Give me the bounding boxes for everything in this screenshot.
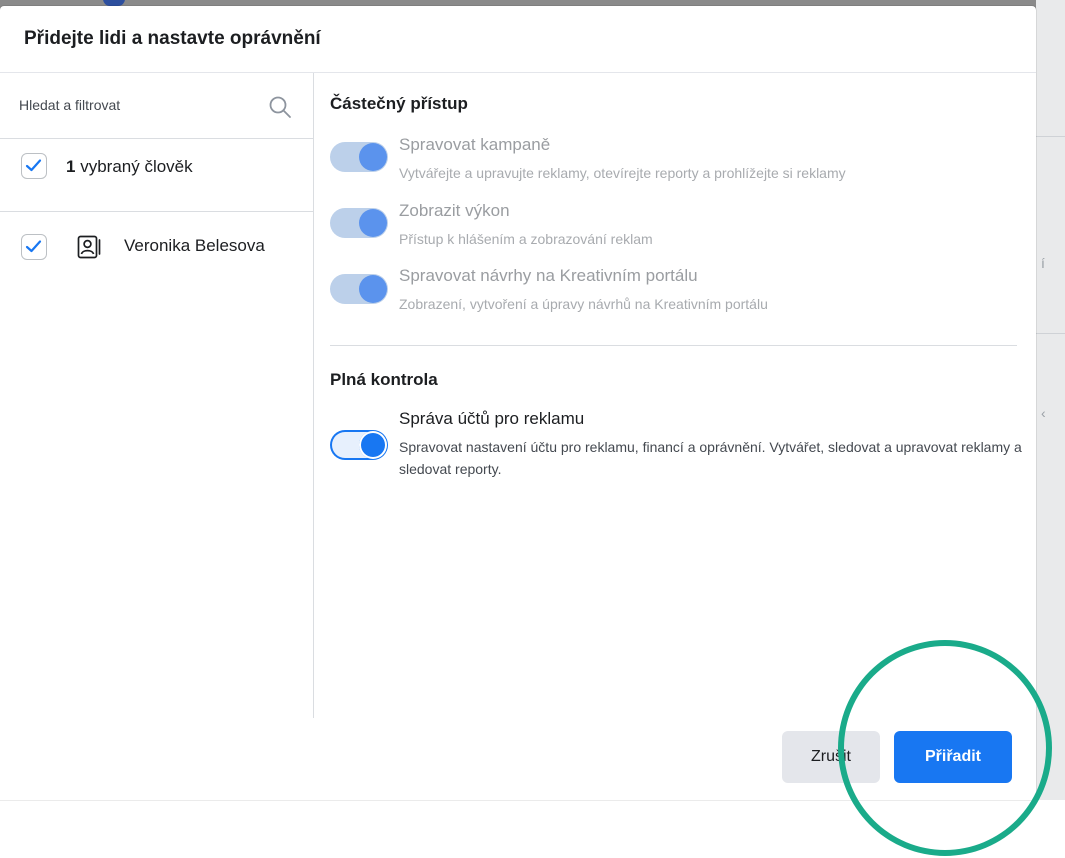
add-people-dialog: Přidejte lidi a nastavte oprávnění 1 vyb… [0, 6, 1036, 800]
cancel-button[interactable]: Zrušit [782, 731, 880, 783]
toggle-knob [359, 275, 387, 303]
dialog-title: Přidejte lidi a nastavte oprávnění [24, 28, 321, 49]
checkmark-icon [25, 240, 42, 253]
background-page-edge: í ‹ [1036, 0, 1065, 800]
selected-count: 1 [66, 157, 76, 176]
permission-title: Spravovat kampaně [399, 135, 551, 154]
background-glyph: ‹ [1041, 405, 1046, 421]
permission-title: Zobrazit výkon [399, 201, 510, 220]
checkmark-icon [25, 159, 42, 172]
permission-title: Spravovat návrhy na Kreativním portálu [399, 266, 698, 285]
permission-description: Spravovat nastavení účtu pro reklamu, fi… [399, 439, 1022, 477]
person-name[interactable]: Veronika Belesova [124, 236, 265, 256]
partial-access-heading: Částečný přístup [330, 94, 468, 113]
selected-count-label: vybraný člověk [80, 157, 193, 176]
full-control-heading: Plná kontrola [330, 370, 438, 389]
permission-title: Správa účtů pro reklamu [399, 409, 585, 428]
search-input[interactable] [19, 91, 259, 119]
permission-description: Přístup k hlášením a zobrazování reklam [399, 231, 653, 247]
toggle-view-performance [330, 208, 388, 238]
select-all-checkbox[interactable] [21, 153, 47, 179]
toggle-manage-campaigns [330, 142, 388, 172]
toggle-manage-creative-portal [330, 274, 388, 304]
page-bottom-area [0, 800, 1065, 858]
search-icon[interactable] [268, 95, 292, 119]
assign-button[interactable]: Přiřadit [894, 731, 1012, 783]
person-card-icon [77, 235, 101, 259]
section-divider [330, 345, 1017, 346]
person-checkbox[interactable] [21, 234, 47, 260]
toggle-knob [359, 209, 387, 237]
background-glyph: í [1041, 255, 1045, 271]
toggle-knob [359, 143, 387, 171]
selected-count-text: 1 vybraný člověk [66, 157, 193, 177]
search-row [0, 73, 313, 139]
toggle-manage-ad-accounts[interactable] [330, 430, 388, 460]
toggle-knob [359, 431, 387, 459]
permission-description: Vytvářejte a upravujte reklamy, otevírej… [399, 165, 846, 181]
permission-description: Zobrazení, vytvoření a úpravy návrhů na … [399, 296, 768, 312]
